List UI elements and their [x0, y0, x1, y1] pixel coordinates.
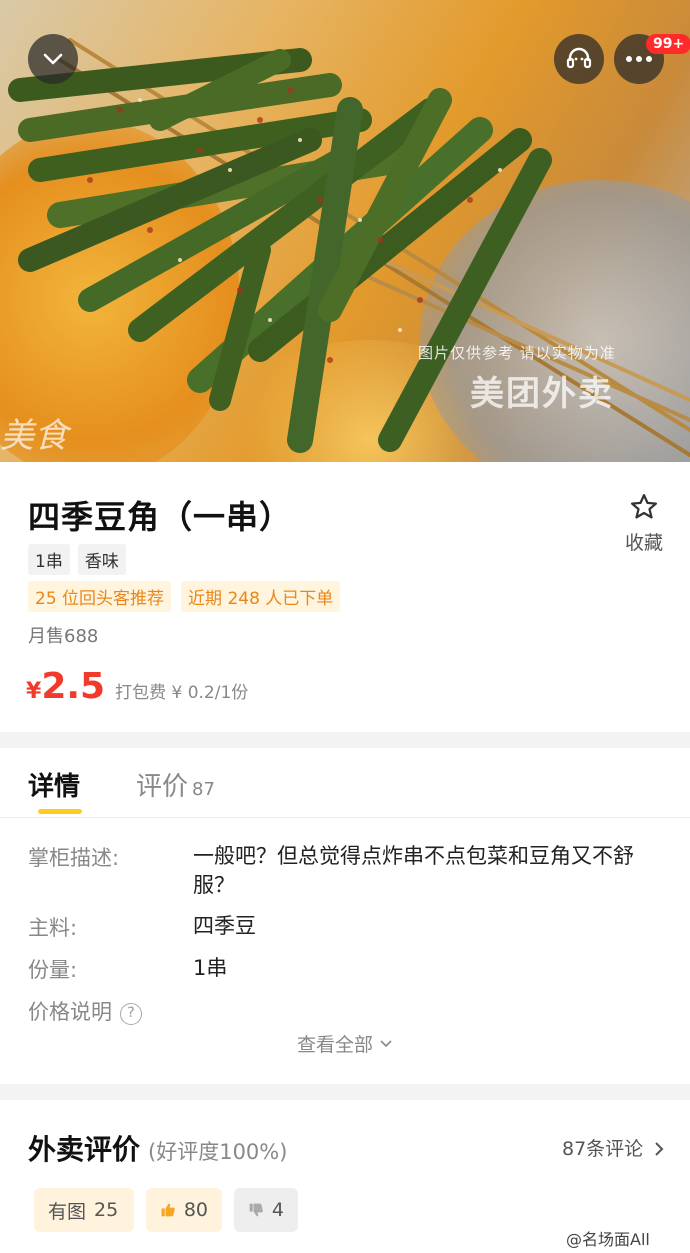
price: 2.5 — [41, 666, 106, 707]
image-disclaimer-watermark: 图片仅供参考 请以实物为准 — [418, 344, 616, 362]
currency-symbol: ¥ — [26, 679, 42, 704]
product-page: 图片仅供参考 请以实物为准 美团外卖 美食 99+ 四季豆角（一串） 收藏 1串… — [0, 0, 690, 1253]
collapse-button[interactable] — [28, 34, 78, 84]
reviews-title-label: 外卖评价 — [28, 1133, 141, 1166]
tab-review[interactable]: 评价 87 — [136, 766, 215, 803]
detail-card: 详情 评价 87 掌柜描述: 一般吧？但总觉得点炸串不点包菜和豆角又不舒服？ 主料… — [0, 748, 690, 1084]
spec-tags: 1串 香味 — [28, 544, 126, 575]
detail-key: 主料: — [28, 916, 78, 940]
see-all-link[interactable]: 查看全部 — [0, 1030, 690, 1057]
price-row: ¥ 2.5 打包费 ¥ 0.2/1份 — [26, 666, 248, 707]
favorite-label: 收藏 — [624, 532, 663, 554]
detail-value: 四季豆 — [193, 914, 256, 938]
chip-count: 80 — [183, 1199, 208, 1221]
all-reviews-link[interactable]: 87条评论 — [562, 1134, 665, 1161]
thumbs-up-icon — [161, 1203, 175, 1217]
more-dots-icon — [626, 56, 652, 62]
chevron-down-icon — [43, 53, 63, 65]
product-info-card: 四季豆角（一串） 收藏 1串 香味 25 位回头客推荐 近期 248 人已下单 … — [0, 462, 690, 732]
product-image[interactable]: 图片仅供参考 请以实物为准 美团外卖 美食 99+ — [0, 0, 690, 462]
question-mark-icon[interactable]: ? — [120, 1003, 142, 1025]
tab-review-count: 87 — [192, 779, 215, 800]
headset-icon — [566, 47, 592, 69]
chevron-right-icon — [655, 1142, 664, 1156]
product-title: 四季豆角（一串） — [28, 498, 293, 536]
promo-tags: 25 位回头客推荐 近期 248 人已下单 — [28, 581, 341, 612]
filter-with-image[interactable]: 有图 25 — [34, 1188, 134, 1232]
meituan-watermark: 美团外卖 — [470, 374, 614, 414]
review-filter-chips: 有图 25 80 4 — [34, 1188, 298, 1232]
chevron-down-icon — [380, 1040, 392, 1048]
thumbs-down-icon — [249, 1203, 263, 1217]
tab-detail[interactable]: 详情 — [28, 766, 80, 803]
tab-review-label: 评价 — [136, 772, 189, 802]
detail-value: 1串 — [193, 956, 228, 980]
chip-count: 25 — [94, 1199, 119, 1221]
monthly-sales: 月售688 — [28, 626, 99, 647]
filter-positive[interactable]: 80 — [146, 1188, 222, 1232]
detail-key: 掌柜描述: — [28, 846, 120, 870]
chip-label: 有图 — [48, 1200, 87, 1223]
corner-watermark: 美食 — [0, 416, 68, 456]
active-tab-indicator — [38, 809, 82, 814]
chip-count: 4 — [271, 1199, 284, 1221]
spec-tag: 1串 — [28, 544, 70, 575]
recent-orders-tag: 近期 248 人已下单 — [181, 581, 341, 612]
detail-key: 份量: — [28, 958, 78, 982]
detail-value: 一般吧？但总觉得点炸串不点包菜和豆角又不舒服？ — [193, 844, 634, 897]
packing-fee: 打包费 ¥ 0.2/1份 — [115, 683, 249, 703]
price-note-key: 价格说明? — [28, 996, 178, 1026]
weibo-watermark: @名场面All — [566, 1230, 650, 1249]
review-count-label: 87条评论 — [562, 1138, 644, 1160]
star-icon — [631, 494, 657, 519]
notification-badge: 99+ — [646, 34, 690, 54]
favorite-button[interactable]: 收藏 — [618, 492, 670, 555]
repeat-customer-tag: 25 位回头客推荐 — [28, 581, 172, 612]
customer-service-button[interactable] — [554, 34, 604, 84]
see-all-label: 查看全部 — [296, 1034, 373, 1056]
spec-tag: 香味 — [77, 544, 126, 575]
good-rate: (好评度100%) — [148, 1140, 288, 1164]
reviews-title: 外卖评价 (好评度100%) — [28, 1128, 287, 1168]
price-note-label: 价格说明 — [28, 1000, 112, 1024]
detail-tabs: 详情 评价 87 — [0, 748, 690, 818]
filter-negative[interactable]: 4 — [234, 1188, 298, 1232]
